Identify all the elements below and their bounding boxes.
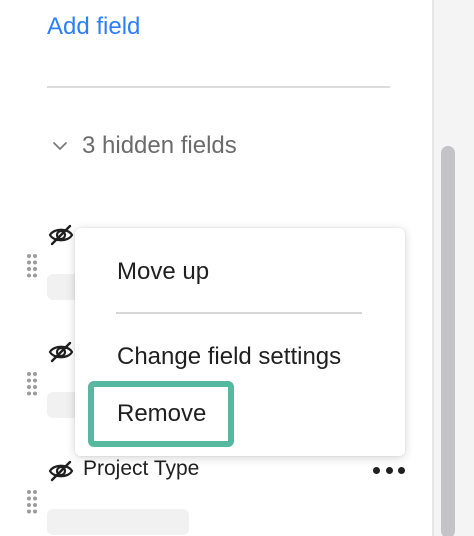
menu-divider bbox=[116, 312, 362, 314]
hidden-fields-toggle[interactable]: 3 hidden fields bbox=[52, 130, 237, 162]
dot bbox=[385, 466, 393, 474]
dot bbox=[373, 466, 380, 474]
section-divider bbox=[47, 86, 390, 88]
drag-handle-icon[interactable] bbox=[26, 253, 38, 279]
eye-slash-icon[interactable] bbox=[48, 460, 74, 482]
menu-item-change-field-settings[interactable]: Change field settings bbox=[117, 343, 341, 371]
field-value-placeholder bbox=[47, 509, 189, 535]
drag-handle-icon[interactable] bbox=[26, 371, 38, 397]
more-options-icon[interactable] bbox=[373, 463, 405, 477]
eye-slash-icon[interactable] bbox=[48, 224, 74, 246]
hidden-fields-label: 3 hidden fields bbox=[82, 132, 237, 159]
field-name-label: Project Type bbox=[83, 457, 200, 480]
scrollbar-thumb[interactable] bbox=[441, 146, 455, 536]
eye-slash-icon[interactable] bbox=[48, 341, 74, 363]
dot bbox=[398, 466, 405, 474]
remove-highlight-box bbox=[88, 381, 234, 447]
chevron-down-icon bbox=[53, 142, 67, 150]
add-field-link[interactable]: Add field bbox=[47, 13, 140, 41]
menu-item-move-up[interactable]: Move up bbox=[117, 258, 209, 286]
drag-handle-icon[interactable] bbox=[26, 489, 38, 515]
fields-sidebar: Add field 3 hidden fields Project Type M… bbox=[0, 0, 474, 536]
